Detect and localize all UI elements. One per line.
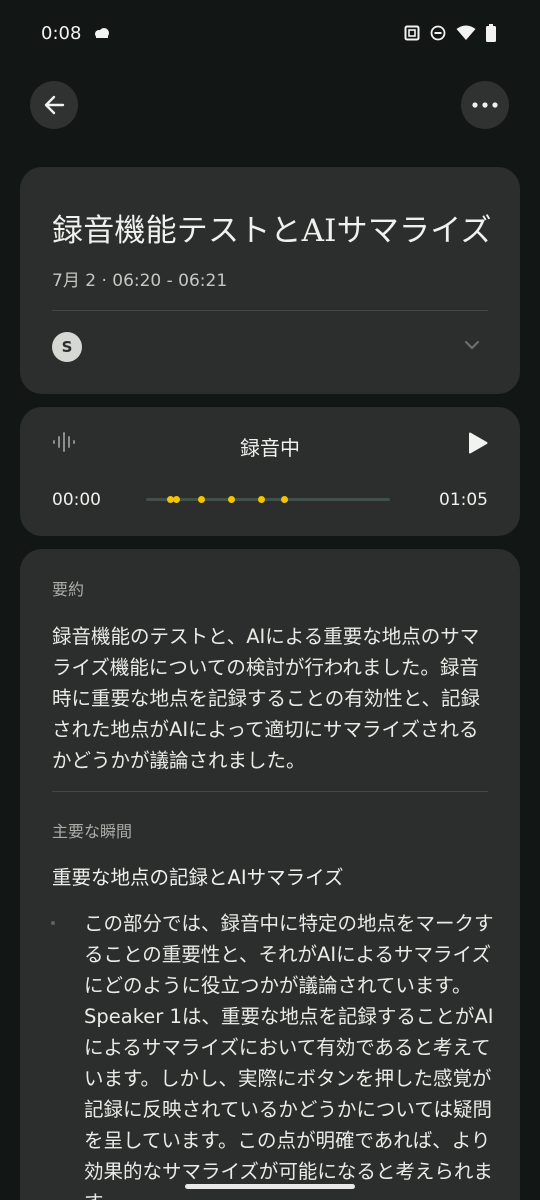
divider xyxy=(52,310,488,311)
play-icon[interactable] xyxy=(468,432,488,454)
more-horiz-icon xyxy=(472,102,498,108)
moment-marker[interactable] xyxy=(173,496,180,503)
playback-track[interactable] xyxy=(146,498,390,501)
speaker-initial: S xyxy=(61,338,73,356)
duration-time: 01:05 xyxy=(439,490,488,510)
bullet-dot xyxy=(51,921,55,925)
player-card: 録音中 00:00 01:05 xyxy=(20,407,520,536)
status-icons xyxy=(404,24,496,42)
speaker-avatar[interactable]: S xyxy=(52,332,82,362)
moment-marker[interactable] xyxy=(281,496,288,503)
more-options-button[interactable] xyxy=(461,81,509,129)
status-time: 0:08 xyxy=(41,23,82,44)
summary-card: 要約 録音機能のテストと、AIによる重要な地点のサマライズ機能についての検討が行… xyxy=(20,549,520,1200)
recording-status: 録音中 xyxy=(240,436,300,460)
moment-marker[interactable] xyxy=(258,496,265,503)
arrow-back-icon xyxy=(44,95,65,115)
current-time: 00:00 xyxy=(52,490,101,510)
chevron-down-icon[interactable] xyxy=(464,340,480,350)
status-bar: 0:08 xyxy=(0,0,540,70)
summary-text: 録音機能のテストと、AIによる重要な地点のサマライズ機能についての検討が行われま… xyxy=(52,625,481,772)
moment-text: この部分では、録音中に特定の地点をマークすることの重要性と、それがAIによるサマ… xyxy=(84,912,494,1200)
back-button[interactable] xyxy=(30,81,78,129)
wifi-icon xyxy=(456,25,476,40)
screen: 0:08 録音機能テストとAIサマライズ 7月 2 · 06:20 - 06:2… xyxy=(0,0,540,1200)
recording-info-card: 録音機能テストとAIサマライズ 7月 2 · 06:20 - 06:21 S xyxy=(20,167,520,394)
recording-date: 7月 2 · 06:20 - 06:21 xyxy=(52,271,228,291)
home-indicator[interactable] xyxy=(185,1184,355,1189)
battery-icon xyxy=(486,24,496,42)
moment-heading[interactable]: 重要な地点の記録とAIサマライズ xyxy=(52,861,344,890)
dnd-icon xyxy=(430,25,446,41)
key-moments-label: 主要な瞬間 xyxy=(52,822,133,841)
summary-label: 要約 xyxy=(52,580,85,599)
divider xyxy=(52,791,488,792)
recording-title[interactable]: 録音機能テストとAIサマライズ xyxy=(52,205,492,250)
notification-icon xyxy=(95,28,109,38)
nfc-icon xyxy=(404,25,420,41)
moment-marker[interactable] xyxy=(228,496,235,503)
moment-marker[interactable] xyxy=(198,496,205,503)
